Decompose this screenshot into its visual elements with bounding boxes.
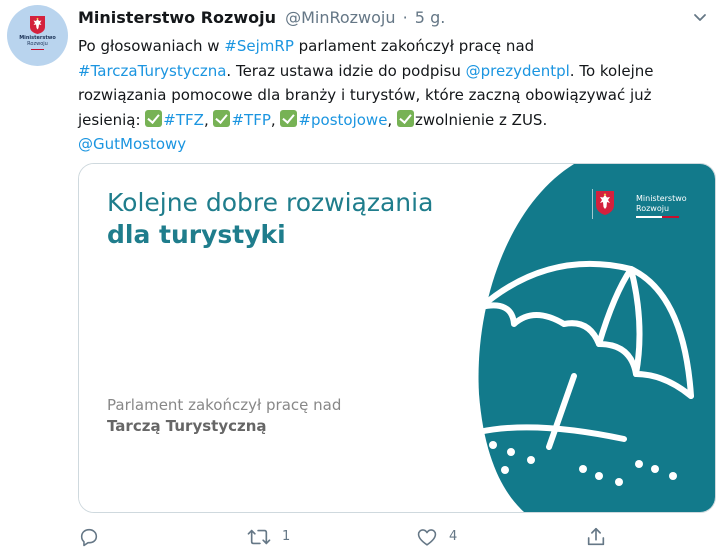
card-subtitle-line1: Parlament zakończył pracę nad — [107, 396, 342, 414]
card-title-line1: Kolejne dobre rozwiązania — [107, 188, 434, 217]
like-button[interactable]: 4 — [416, 524, 457, 550]
ministry-logo-icon — [596, 191, 614, 215]
tweet-actions: 1 4 — [78, 524, 718, 550]
checkmark-icon — [145, 109, 163, 127]
heart-icon — [417, 529, 437, 546]
mention-link[interactable]: @GutMostowy — [78, 135, 186, 153]
like-count: 4 — [449, 529, 458, 544]
avatar-rule — [31, 49, 44, 50]
card-subtitle-line2: Tarczą Turystyczną — [107, 417, 267, 435]
tweet-text-segment: rozwiązania pomocowe dla branży i turyst… — [78, 86, 652, 104]
mention-link[interactable]: @prezydentpl — [466, 62, 570, 80]
reply-icon — [80, 528, 98, 547]
tweet-text-line: Po głosowaniach w #SejmRP parlament zako… — [78, 34, 718, 59]
avatar[interactable]: Ministerstwo Rozwoju — [7, 5, 68, 66]
tweet-text: Po głosowaniach w #SejmRP parlament zako… — [78, 34, 718, 157]
tweet[interactable]: Ministerstwo Rozwoju Ministerstwo Rozwoj… — [0, 0, 726, 551]
user-handle[interactable]: @MinRozwoju — [285, 8, 395, 27]
tweet-text-segment: , — [270, 110, 281, 129]
tweet-text-line: jesienią: #TFZ, #TFP, #postojowe, zwolni… — [78, 108, 718, 133]
hashtag-link[interactable]: #TFZ — [163, 111, 204, 129]
card-logo-text: Ministerstwo Rozwoju — [636, 194, 687, 214]
card-logo-line2: Rozwoju — [636, 204, 670, 213]
tweet-header: Ministerstwo Rozwoju @MinRozwoju · 5 g. — [78, 6, 445, 30]
tweet-text-line: #TarczaTurystyczna. Teraz ustawa idzie d… — [78, 59, 718, 84]
checkmark-icon — [280, 109, 298, 127]
media-card[interactable]: Kolejne dobre rozwiązania dla turystyki … — [78, 163, 716, 513]
tweet-text-segment: zwolnienie z ZUS. — [414, 110, 548, 129]
tweet-text-segment: , — [387, 110, 397, 129]
hashtag-link[interactable]: #postojowe — [298, 111, 387, 129]
card-logo-line1: Ministerstwo — [636, 194, 687, 203]
tweet-text-segment: , — [203, 110, 214, 129]
tweet-text-segment: . To kolejne — [569, 61, 654, 80]
share-icon — [587, 527, 605, 546]
card-title-line2: dla turystyki — [107, 220, 286, 249]
hashtag-link[interactable]: #TFP — [231, 111, 270, 129]
tweet-text-line: @GutMostowy — [78, 132, 718, 157]
tweet-text-line: rozwiązania pomocowe dla branży i turyst… — [78, 83, 718, 108]
header-separator: · — [402, 8, 408, 27]
hashtag-link[interactable]: #TarczaTurystyczna — [78, 62, 226, 80]
retweet-icon — [247, 529, 271, 545]
tweet-text-segment: Po głosowaniach w — [78, 37, 225, 55]
hashtag-link[interactable]: #SejmRP — [224, 37, 294, 55]
avatar-name-line2: Rozwoju — [27, 41, 48, 47]
checkmark-icon — [396, 109, 414, 127]
display-name[interactable]: Ministerstwo Rozwoju — [78, 8, 276, 27]
eagle-emblem-icon — [30, 16, 45, 34]
retweet-count: 1 — [282, 529, 291, 544]
chevron-down-icon[interactable] — [688, 8, 712, 28]
logo-divider — [592, 189, 593, 219]
tweet-text-segment: jesienią: — [78, 110, 146, 129]
tweet-time[interactable]: 5 g. — [415, 8, 446, 27]
checkmark-icon — [213, 109, 231, 127]
logo-flag-line — [636, 216, 679, 218]
reply-button[interactable] — [78, 524, 111, 550]
tweet-text-segment: parlament zakończył pracę nad — [293, 37, 535, 55]
share-button[interactable] — [585, 524, 618, 550]
tweet-text-segment: . Teraz ustawa idzie do podpisu — [226, 61, 466, 80]
retweet-button[interactable]: 1 — [247, 524, 290, 550]
